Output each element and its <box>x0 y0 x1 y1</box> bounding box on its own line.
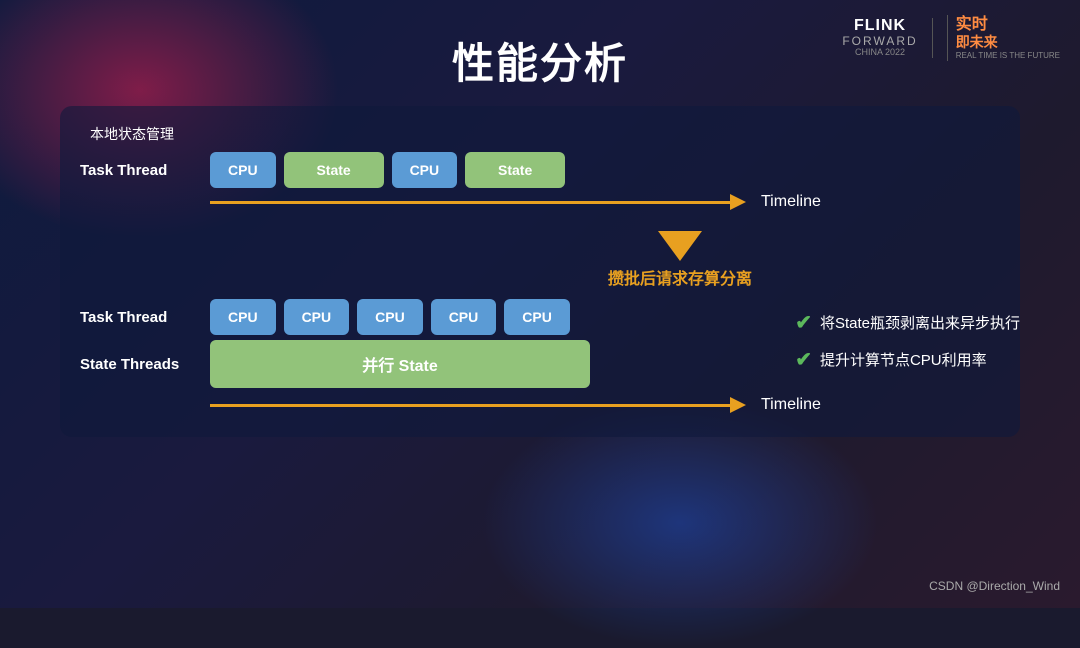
down-arrow-label: 攒批后请求存算分离 <box>608 265 752 289</box>
bottom-cpu-blocks-row: CPU CPU CPU CPU CPU <box>210 299 570 335</box>
bottom-task-thread-label: Task Thread <box>80 309 200 326</box>
main-content: 性能分析 本地状态管理 Task Thread CPU State CPU St… <box>0 0 1080 608</box>
down-arrow-container: 攒批后请求存算分离 <box>608 231 752 289</box>
top-block-cpu-2: CPU <box>392 152 458 188</box>
diagram-wrapper: 本地状态管理 Task Thread CPU State CPU State T… <box>60 106 1020 437</box>
check-icon-1: ✔ <box>795 310 812 335</box>
benefits-section: ✔ 将State瓶颈剥离出来异步执行 ✔ 提升计算节点CPU利用率 <box>795 310 1020 384</box>
top-block-state-2: State <box>465 152 565 188</box>
bottom-block-cpu-2: CPU <box>284 299 350 335</box>
benefit-text-2: 提升计算节点CPU利用率 <box>820 349 987 370</box>
check-icon-2: ✔ <box>795 347 812 372</box>
bottom-block-cpu-3: CPU <box>357 299 423 335</box>
top-timeline-label: Timeline <box>761 193 821 211</box>
top-timeline-row: Timeline <box>210 193 1000 211</box>
state-threads-label: State Threads <box>80 356 200 373</box>
middle-section: 攒批后请求存算分离 <box>80 231 1000 289</box>
top-timeline-arrow <box>730 194 746 210</box>
benefit-item-2: ✔ 提升计算节点CPU利用率 <box>795 347 1020 372</box>
bottom-timeline-row: Timeline <box>210 396 1000 414</box>
top-timeline-line <box>210 201 730 204</box>
top-blocks-row: CPU State CPU State <box>210 152 565 188</box>
top-thread-label: Task Thread <box>80 162 200 179</box>
bottom-timeline-label: Timeline <box>761 396 821 414</box>
bottom-timeline-line <box>210 404 730 407</box>
section-label: 本地状态管理 <box>90 124 1000 144</box>
top-block-cpu-1: CPU <box>210 152 276 188</box>
page-title: 性能分析 <box>50 30 1030 91</box>
parallel-state-block: 并行 State <box>210 340 590 388</box>
benefit-text-1: 将State瓶颈剥离出来异步执行 <box>820 312 1020 333</box>
top-thread-row: Task Thread CPU State CPU State <box>80 152 1000 188</box>
bottom-timeline-arrow <box>730 397 746 413</box>
top-block-state-1: State <box>284 152 384 188</box>
benefit-item-1: ✔ 将State瓶颈剥离出来异步执行 <box>795 310 1020 335</box>
top-diagram: Task Thread CPU State CPU State Timeline <box>80 152 1000 211</box>
down-arrow-icon <box>658 231 702 261</box>
bottom-block-cpu-5: CPU <box>504 299 570 335</box>
bottom-block-cpu-4: CPU <box>431 299 497 335</box>
bottom-block-cpu-1: CPU <box>210 299 276 335</box>
